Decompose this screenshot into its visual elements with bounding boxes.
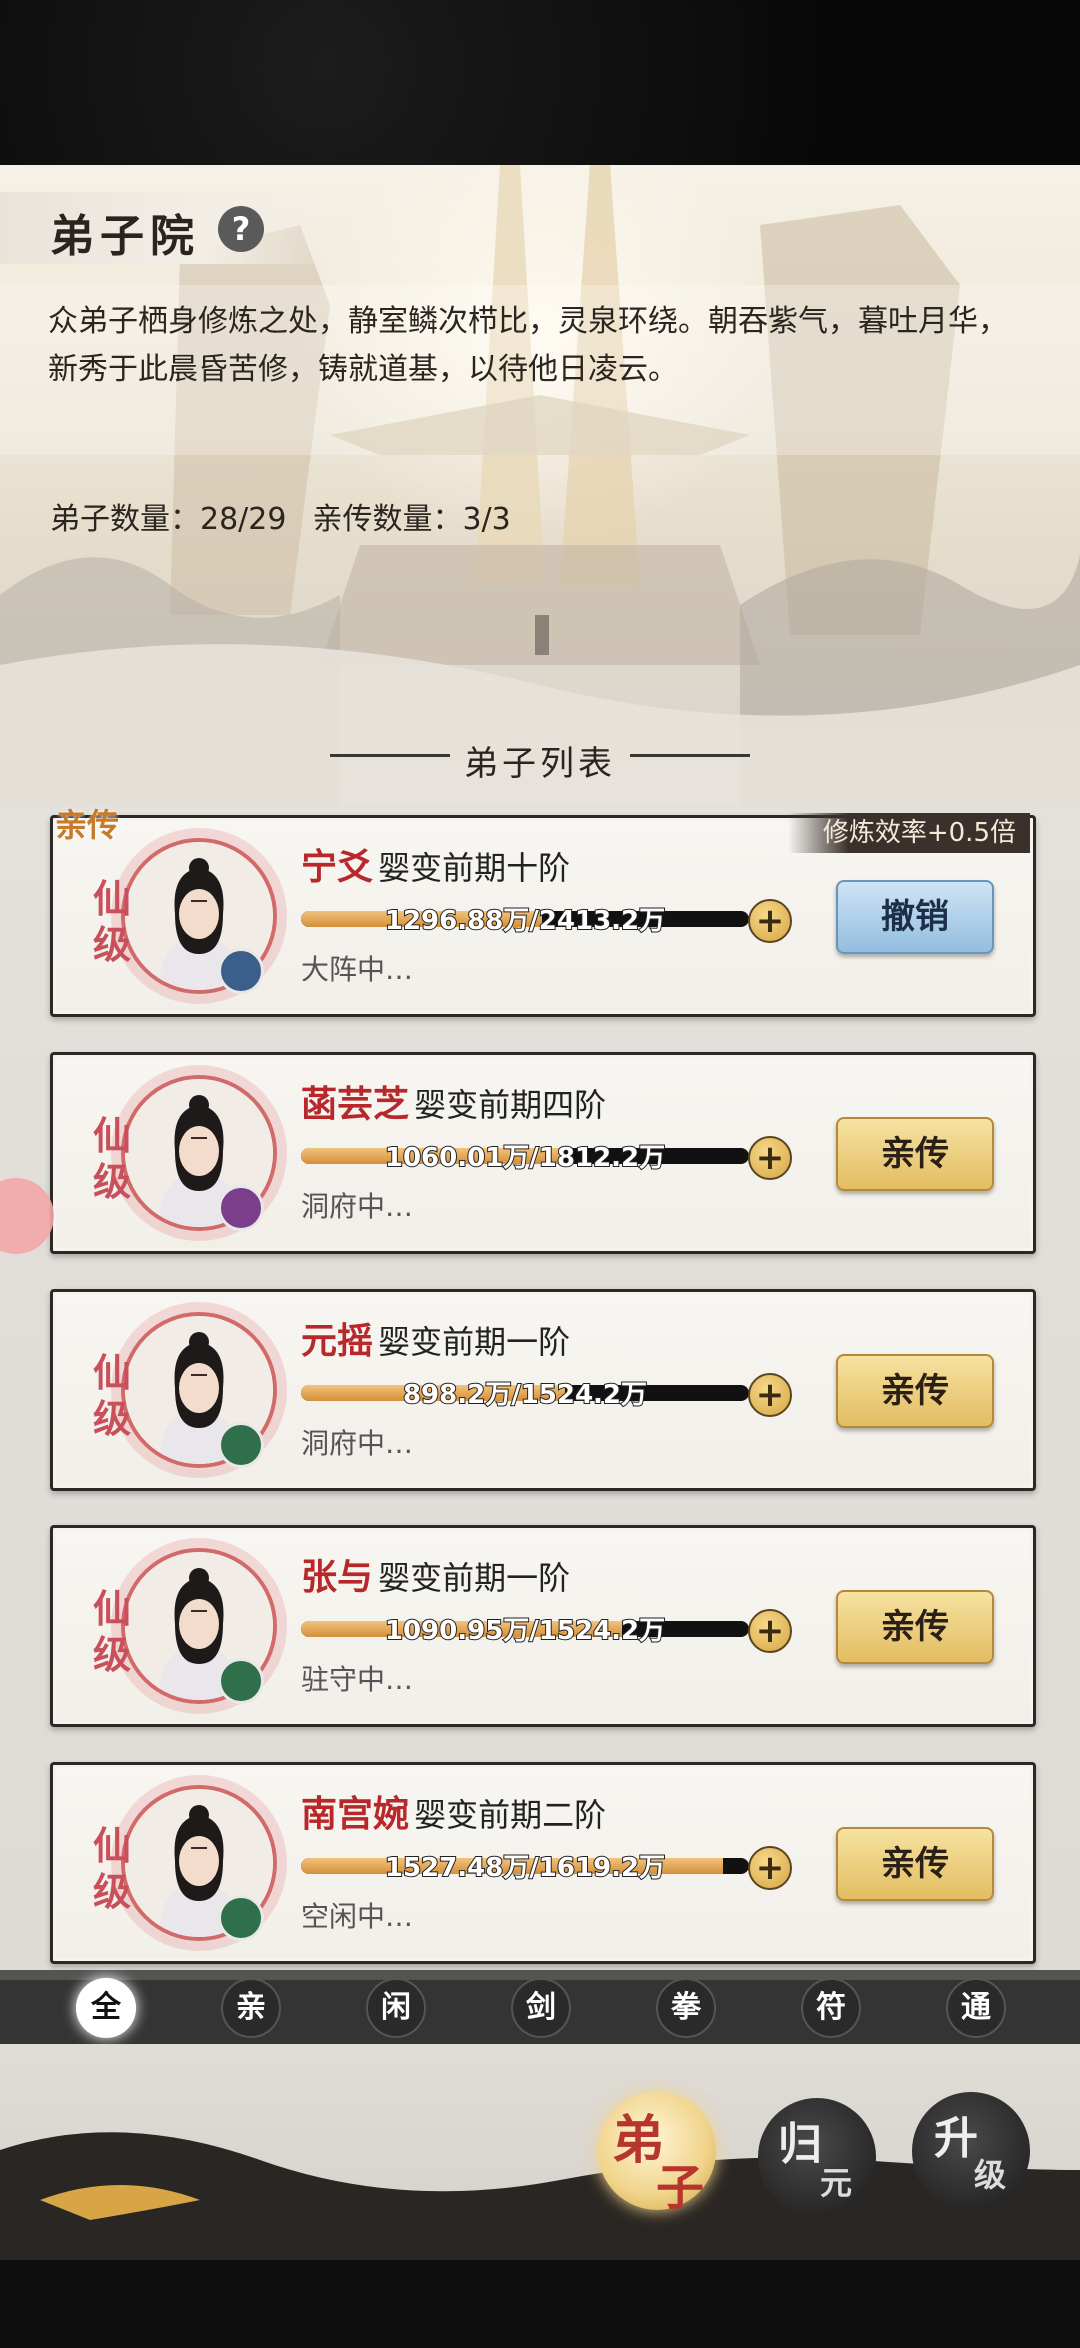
disciple-header: 元摇 婴变前期一阶	[301, 1312, 570, 1364]
status-text: 驻守中…	[301, 1663, 414, 1696]
rank-label: 仙级	[93, 1350, 132, 1441]
rank-label: 仙级	[93, 1113, 132, 1204]
page-title: 弟子院	[50, 211, 200, 262]
nav-upgrade-char1: 升	[934, 2113, 978, 2164]
cultivation-stage: 婴变前期四阶	[414, 1086, 607, 1124]
disciple-card[interactable]: 仙级 元摇 婴变前期一阶 898.2万/1524.2万 + 洞府中… 亲传	[50, 1289, 1036, 1491]
nav-return-button[interactable]: 归 元	[758, 2098, 876, 2216]
disciple-name: 南宫婉	[301, 1793, 410, 1835]
rank-label: 仙级	[93, 1586, 132, 1677]
disciple-header: 菡芸芝 婴变前期四阶	[301, 1075, 606, 1127]
nav-disciple-char2: 子	[656, 2160, 705, 2216]
wind-element-icon	[218, 1422, 264, 1468]
filter-tab-direct[interactable]: 亲	[221, 1978, 281, 2038]
disciple-card[interactable]: 仙级 菡芸芝 婴变前期四阶 1060.01万/1812.2万 + 洞府中… 亲传	[50, 1052, 1036, 1254]
list-title: 弟子列表	[464, 744, 616, 784]
cultivation-stage: 婴变前期十阶	[378, 849, 571, 887]
direct-disciple-button[interactable]: 亲传	[836, 1117, 994, 1191]
disciple-name: 菡芸芝	[301, 1083, 410, 1125]
add-exp-button[interactable]: +	[748, 1136, 792, 1180]
direct-disciple-button[interactable]: 亲传	[836, 1590, 994, 1664]
status-text: 大阵中…	[301, 953, 414, 986]
cultivation-stage: 婴变前期一阶	[378, 1323, 571, 1361]
filter-tab-all[interactable]: 全	[76, 1978, 136, 2038]
wind-element-icon	[218, 1895, 264, 1941]
filter-tab-talisman[interactable]: 符	[801, 1978, 861, 2038]
disciple-name: 张与	[301, 1556, 374, 1598]
description-text: 众弟子栖身修炼之处，静室鳞次栉比，灵泉环绕。朝吞紫气，暮吐月华，新秀于此晨昏苦修…	[48, 304, 1008, 387]
add-exp-button[interactable]: +	[748, 1373, 792, 1417]
filter-tab-idle[interactable]: 闲	[366, 1978, 426, 2038]
nav-return-char1: 归	[778, 2119, 822, 2170]
status-text: 空闲中…	[301, 1900, 414, 1933]
disciple-header: 宁爻 婴变前期十阶	[301, 838, 570, 890]
disciple-name: 元摇	[301, 1320, 374, 1362]
cultivation-stage: 婴变前期二阶	[414, 1796, 607, 1834]
disciple-header: 南宫婉 婴变前期二阶	[301, 1785, 606, 1837]
add-exp-button[interactable]: +	[748, 899, 792, 943]
filter-tab-fist[interactable]: 拳	[656, 1978, 716, 2038]
help-icon-button[interactable]: ?	[218, 206, 264, 252]
status-text: 洞府中…	[301, 1427, 414, 1460]
add-exp-button[interactable]: +	[748, 1609, 792, 1653]
direct-count: 亲传数量：3/3	[312, 502, 511, 537]
progress-text: 1060.01万/1812.2万	[384, 1142, 666, 1174]
progress-text: 1527.48万/1619.2万	[384, 1852, 666, 1884]
progress-text: 898.2万/1524.2万	[402, 1379, 648, 1411]
cultivation-stage: 婴变前期一阶	[378, 1559, 571, 1597]
disciple-card[interactable]: 仙级 张与 婴变前期一阶 1090.95万/1524.2万 + 驻守中… 亲传	[50, 1525, 1036, 1727]
progress-text: 1296.88万/2413.2万	[384, 905, 666, 937]
top-dark-band	[0, 0, 1080, 165]
direct-disciple-button[interactable]: 亲传	[836, 1354, 994, 1428]
efficiency-badge: 修炼效率+0.5倍	[788, 813, 1030, 853]
wind-element-icon	[218, 1658, 264, 1704]
nav-upgrade-button[interactable]: 升 级	[912, 2092, 1030, 2210]
revoke-button[interactable]: 撤销	[836, 880, 994, 954]
progress-text: 1090.95万/1524.2万	[384, 1615, 666, 1647]
counts-row: 弟子数量：28/29 亲传数量：3/3	[50, 494, 537, 538]
filter-tab-general[interactable]: 通	[946, 1978, 1006, 2038]
ice-element-icon	[218, 948, 264, 994]
disciple-card[interactable]: 仙级 南宫婉 婴变前期二阶 1527.48万/1619.2万 + 空闲中… 亲传	[50, 1762, 1036, 1964]
nav-return-char2: 元	[820, 2164, 853, 2202]
disciple-header: 张与 婴变前期一阶	[301, 1548, 570, 1600]
disciple-count: 弟子数量：28/29	[50, 502, 287, 537]
add-exp-button[interactable]: +	[748, 1846, 792, 1890]
disciple-name: 宁爻	[301, 846, 374, 888]
rank-label: 仙级	[93, 876, 132, 967]
nav-disciple-button[interactable]: 弟 子	[598, 2092, 716, 2216]
filter-tab-sword[interactable]: 剑	[511, 1978, 571, 2038]
direct-disciple-button[interactable]: 亲传	[836, 1827, 994, 1901]
rank-label: 仙级	[93, 1823, 132, 1914]
flame-element-icon	[218, 1185, 264, 1231]
status-text: 洞府中…	[301, 1190, 414, 1223]
direct-badge: 亲传	[55, 806, 120, 844]
nav-upgrade-char2: 级	[974, 2156, 1007, 2194]
